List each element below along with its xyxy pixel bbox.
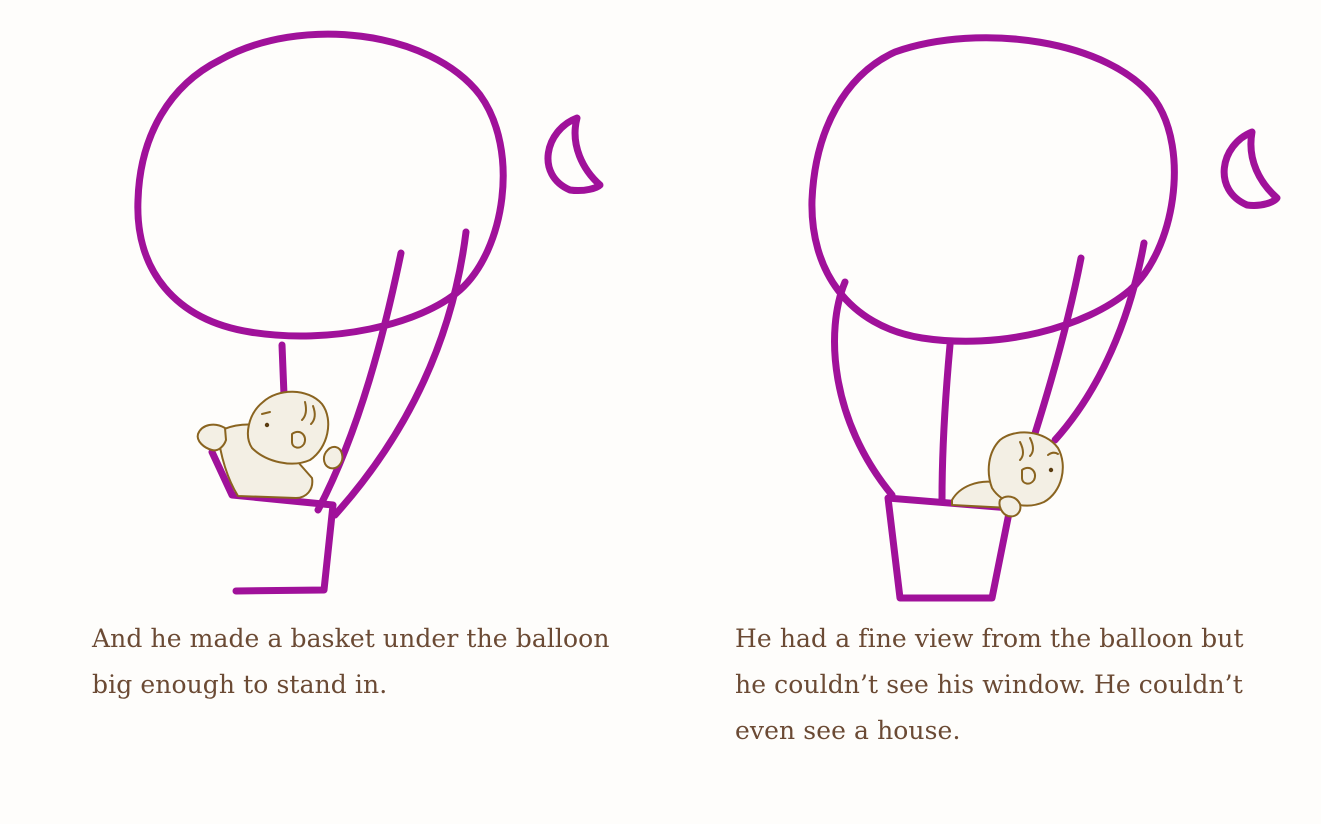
boy-character: [951, 431, 1064, 518]
caption-right: He had a fine view from the balloon but …: [735, 624, 1244, 745]
book-spread: And he made a basket under the balloon b…: [0, 0, 1321, 824]
moon-shape: [544, 114, 604, 194]
balloon-drawing: [134, 30, 604, 595]
balloon-string: [278, 341, 288, 399]
rope-middle: [938, 341, 954, 504]
balloon-outline: [134, 30, 507, 340]
rope-line-inner: [314, 249, 405, 514]
balloon-drawing: [808, 34, 1281, 602]
balloon-ride-illustration: [808, 34, 1281, 602]
basket-outline: [884, 494, 1014, 602]
rope-right-outer: [1051, 239, 1148, 444]
boy-character: [196, 390, 344, 499]
left-page: And he made a basket under the balloon b…: [0, 0, 660, 824]
right-page: He had a fine view from the balloon but …: [660, 0, 1321, 824]
caption-left: And he made a basket under the balloon b…: [92, 624, 610, 699]
moon-shape: [1220, 128, 1281, 209]
balloon-outline: [808, 34, 1178, 345]
rope-line-outer: [331, 228, 470, 519]
balloon-basket-illustration: [134, 30, 604, 595]
